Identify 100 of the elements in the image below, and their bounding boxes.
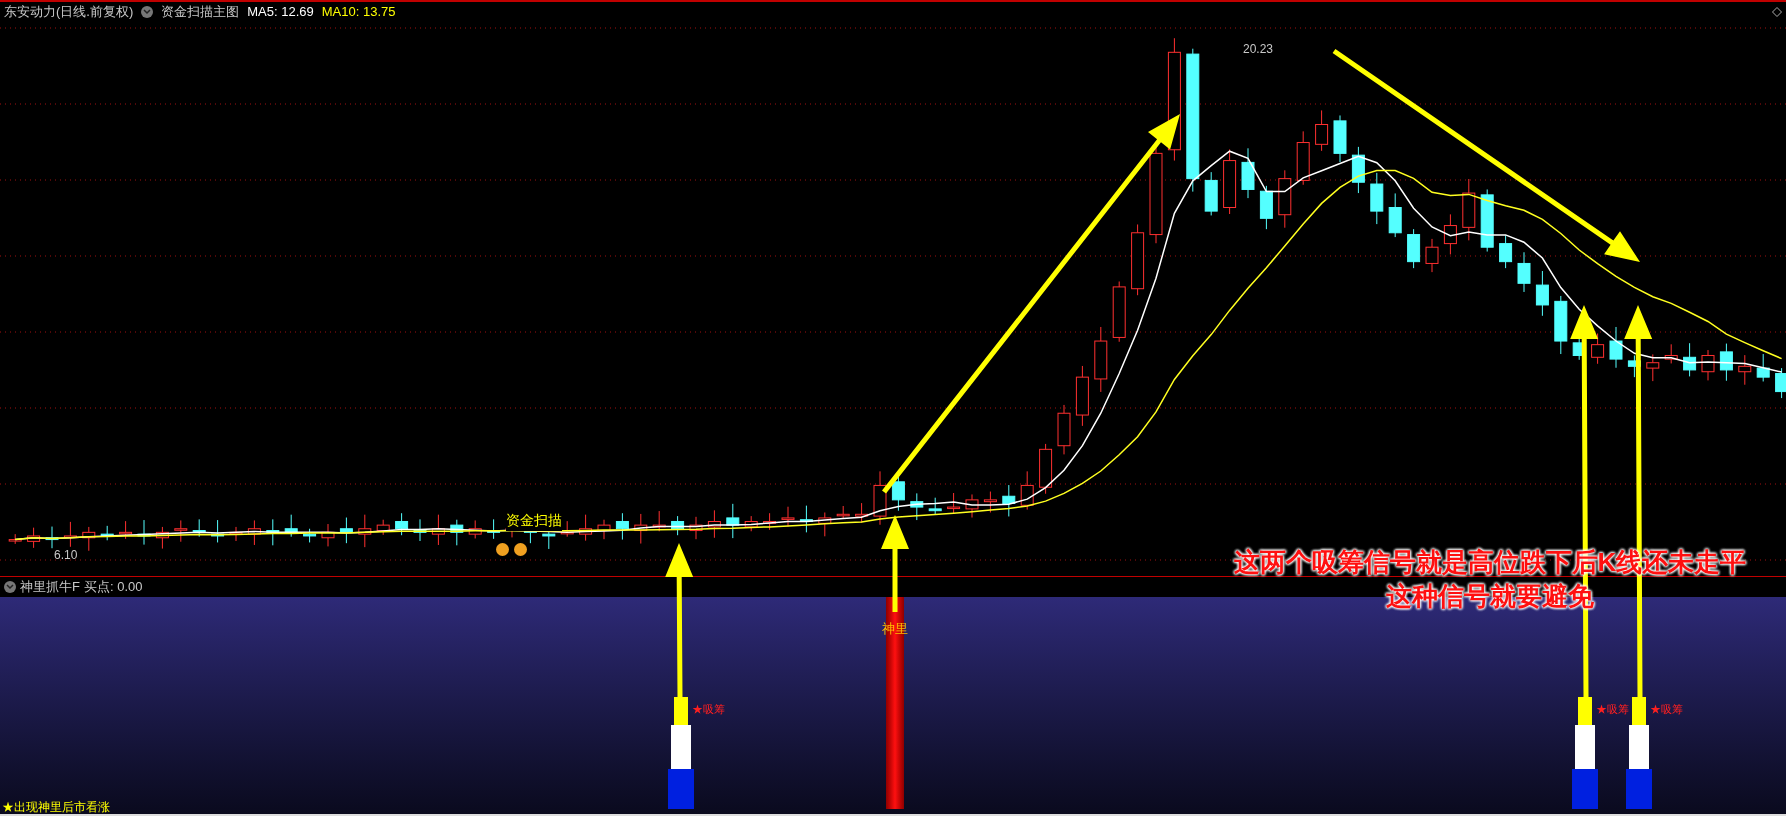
candlestick [247,519,261,546]
candlestick [1554,295,1568,355]
candlestick [1002,484,1016,517]
stock-title: 东安动力(日线.前复权) [4,3,134,22]
candlestick [229,526,243,542]
candlestick [266,518,280,546]
candlestick [579,514,593,542]
candlestick [597,519,611,540]
ma5-value: MA5: 12.69 [247,3,314,22]
candlestick [450,519,464,546]
candlestick [891,475,905,512]
candlestick [1719,343,1733,382]
candlestick [1315,109,1329,152]
candlestick [965,493,979,519]
candlestick [321,523,335,547]
buy-point-value: 买点: 0.00 [83,578,143,597]
candlestick [652,510,666,532]
indicator-name: 神里抓牛F [20,578,80,597]
candlestick [1075,365,1089,427]
candlestick [63,521,77,548]
candlestick [689,516,703,540]
candlestick [1278,169,1292,229]
candlestick [100,525,114,541]
candlestick [1259,185,1273,230]
candlestick [1407,228,1421,269]
chevron-down-icon[interactable] [4,581,16,593]
candlestick [818,512,832,537]
candlestick [211,519,225,543]
candlestick [303,528,317,543]
candlestick [1204,171,1218,216]
candlestick [781,506,795,528]
candlestick [910,492,924,521]
candlestick [487,518,501,540]
candlestick [1499,234,1513,269]
candlestick [1388,192,1402,238]
legend-text: ★出现神里后市看涨 [2,800,110,814]
candlestick [45,526,59,549]
candlestick [983,491,997,513]
candlestick [799,505,813,533]
signal-label: ★吸筹 [692,702,725,717]
candlestick [855,502,869,524]
candlestick [155,526,169,550]
candlestick [1480,188,1494,253]
candlestick [1241,147,1255,199]
candlestick [1333,114,1347,163]
candlestick [873,470,887,526]
candlestick [27,527,41,549]
signal-bar [1572,769,1598,809]
signal-label: ★吸筹 [1650,702,1683,717]
low-price-label: 6.10 [54,547,78,564]
candlestick [1646,353,1660,382]
candlestick [836,505,850,520]
candlestick [376,519,390,536]
ma10-value: MA10: 13.75 [321,3,396,22]
candlestick [1591,332,1605,365]
candlestick [192,518,206,538]
candlestick [1462,178,1476,241]
candlestick [634,513,648,545]
candlestick [615,512,629,541]
candlestick [947,492,961,515]
candlestick [1020,470,1034,511]
candlestick [174,519,188,543]
candlestick [468,519,482,539]
candlestick [1094,326,1108,393]
candlestick [1223,148,1237,215]
candlestick [1775,367,1786,399]
candlestick [431,514,445,546]
candlestick [119,520,133,540]
signal-bar [668,769,694,809]
high-price-label: 20.23 [1243,41,1274,58]
candlestick [1517,251,1531,293]
candlestick [1609,326,1623,369]
candlestick [726,503,740,539]
candlestick [1057,404,1071,455]
candlestick [358,514,372,548]
signal-label: 资金扫描 [506,510,562,531]
candlestick [1370,172,1384,225]
candlestick [1683,342,1697,377]
candlestick [8,533,22,545]
candlestick [395,512,409,536]
indicator-name: 资金扫描主图 [161,3,240,22]
candlestick [1738,354,1752,386]
candlestick [1296,130,1310,186]
candlestick [284,514,298,538]
candlestick [339,517,353,544]
candlestick [1443,213,1457,255]
signal-bar [1626,769,1652,809]
candlestick [744,515,758,532]
candlestick [928,497,942,516]
chevron-down-icon[interactable] [141,6,154,18]
candlestick [413,518,427,542]
candlestick [1112,281,1126,343]
candlestick [671,515,685,536]
diamond-icon[interactable] [1772,7,1782,17]
candlestick [1351,146,1365,194]
candlestick [1664,343,1678,364]
candlestick [82,526,96,552]
candlestick [1701,349,1715,381]
candlestick [763,512,777,531]
signal-label: ★吸筹 [1596,702,1629,717]
